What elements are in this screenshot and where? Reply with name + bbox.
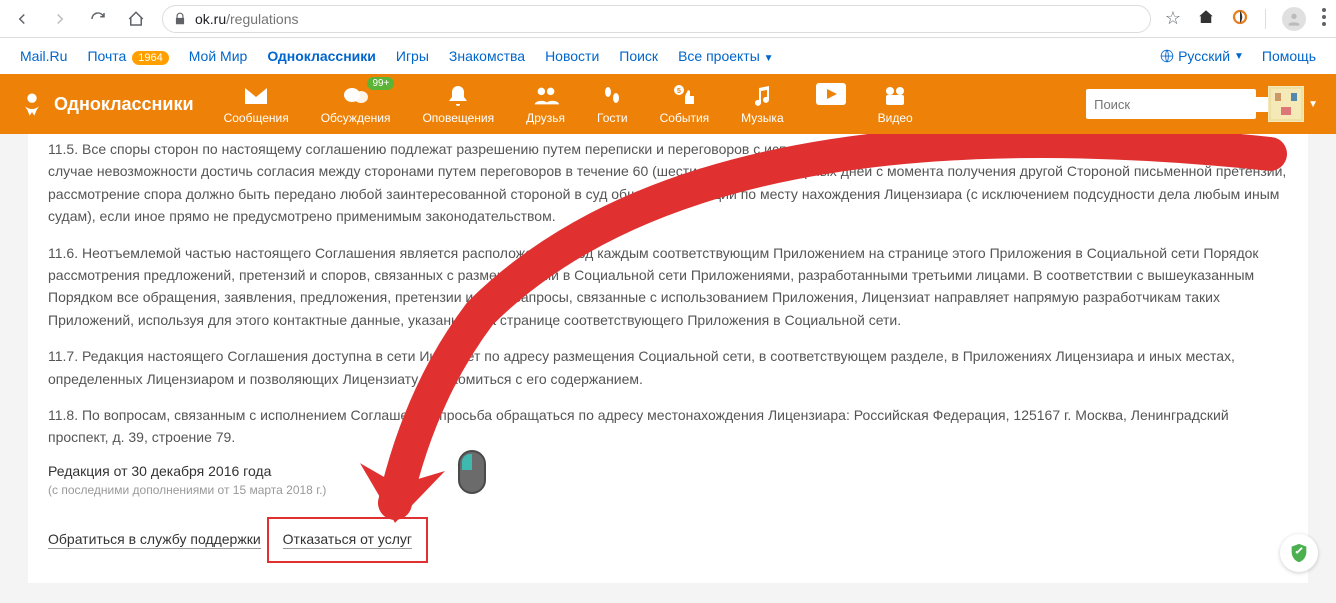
- thumbs-up-icon: 5: [671, 83, 697, 109]
- link-mailru[interactable]: Mail.Ru: [20, 48, 67, 64]
- profile-avatar-icon[interactable]: [1282, 7, 1306, 31]
- home-button[interactable]: [124, 7, 148, 31]
- paragraph-116: 11.6. Неотъемлемой частью настоящего Сог…: [48, 242, 1288, 332]
- nav-friends[interactable]: Друзья: [526, 83, 565, 125]
- paragraph-115: 11.5. Все споры сторон по настоящему сог…: [48, 138, 1288, 228]
- link-vse-proekty[interactable]: Все проекты ▼: [678, 48, 774, 64]
- play-icon: [816, 83, 846, 105]
- nav-discussions[interactable]: 99+ Обсуждения: [321, 83, 391, 125]
- camera-icon: [882, 83, 908, 109]
- extension-icon[interactable]: [1231, 8, 1249, 29]
- link-novosti[interactable]: Новости: [545, 48, 599, 64]
- lock-icon: [173, 12, 187, 26]
- link-help[interactable]: Помощь: [1262, 48, 1316, 64]
- refuse-services-highlight: Отказаться от услуг: [267, 517, 428, 563]
- search-input[interactable]: [1094, 97, 1270, 112]
- music-note-icon: [749, 83, 775, 109]
- nav-music[interactable]: Музыка: [741, 83, 783, 125]
- paragraph-117: 11.7. Редакция настоящего Соглашения дос…: [48, 345, 1288, 390]
- contact-support-link[interactable]: Обратиться в службу поддержки: [48, 531, 261, 549]
- link-pochta[interactable]: Почта 1964: [87, 48, 168, 64]
- search-box[interactable]: [1086, 89, 1256, 119]
- bookmark-star-icon[interactable]: ☆: [1165, 8, 1181, 29]
- main-nav: Одноклассники Сообщения 99+ Обсуждения О…: [0, 74, 1336, 134]
- chevron-down-icon: ▼: [1308, 99, 1318, 110]
- envelope-icon: [243, 83, 269, 109]
- nav-notifications[interactable]: Оповещения: [422, 83, 494, 125]
- link-znakomstva[interactable]: Знакомства: [449, 48, 525, 64]
- house-icon[interactable]: [1197, 8, 1215, 29]
- shield-icon: [1288, 542, 1310, 564]
- link-igry[interactable]: Игры: [396, 48, 429, 64]
- nav-messages[interactable]: Сообщения: [224, 83, 289, 125]
- amendment-date: (с последними дополнениями от 15 марта 2…: [48, 483, 1288, 497]
- url-text: ok.ru/regulations: [195, 11, 299, 27]
- site-logo[interactable]: Одноклассники: [18, 90, 194, 118]
- refuse-services-link[interactable]: Отказаться от услуг: [283, 531, 412, 549]
- footprints-icon: [599, 83, 625, 109]
- mouse-cursor-annotation: [458, 450, 486, 494]
- nav-video-label[interactable]: Видео: [878, 83, 913, 125]
- reload-button[interactable]: [86, 7, 110, 31]
- logo-text: Одноклассники: [54, 94, 194, 115]
- profile-menu[interactable]: ▼: [1268, 86, 1318, 122]
- ok-logo-icon: [18, 90, 46, 118]
- menu-dots-icon[interactable]: [1322, 8, 1326, 29]
- nav-events[interactable]: 5 События: [660, 83, 710, 125]
- address-bar[interactable]: ok.ru/regulations: [162, 5, 1151, 33]
- discuss-badge: 99+: [367, 77, 394, 90]
- speech-bubbles-icon: [343, 83, 369, 109]
- globe-icon: [1160, 49, 1174, 63]
- portal-top-links: Mail.Ru Почта 1964 Мой Мир Одноклассники…: [0, 38, 1336, 74]
- nav-guests[interactable]: Гости: [597, 83, 628, 125]
- link-poisk[interactable]: Поиск: [619, 48, 658, 64]
- link-odnoklassniki[interactable]: Одноклассники: [267, 48, 376, 64]
- mail-count-badge: 1964: [132, 51, 168, 65]
- security-shield-badge[interactable]: [1280, 534, 1318, 572]
- paragraph-118: 11.8. По вопросам, связанным с исполнени…: [48, 404, 1288, 449]
- back-button[interactable]: [10, 7, 34, 31]
- nav-video[interactable]: [816, 83, 846, 125]
- people-icon: [533, 83, 559, 109]
- edition-date: Редакция от 30 декабря 2016 года: [48, 463, 1288, 479]
- language-selector[interactable]: Русский ▼: [1160, 48, 1244, 64]
- forward-button[interactable]: [48, 7, 72, 31]
- svg-text:5: 5: [677, 88, 681, 95]
- profile-picture: [1268, 86, 1304, 122]
- page-content: 11.5. Все споры сторон по настоящему сог…: [0, 134, 1336, 603]
- browser-toolbar: ok.ru/regulations ☆: [0, 0, 1336, 38]
- bell-icon: [445, 83, 471, 109]
- link-moimir[interactable]: Мой Мир: [189, 48, 248, 64]
